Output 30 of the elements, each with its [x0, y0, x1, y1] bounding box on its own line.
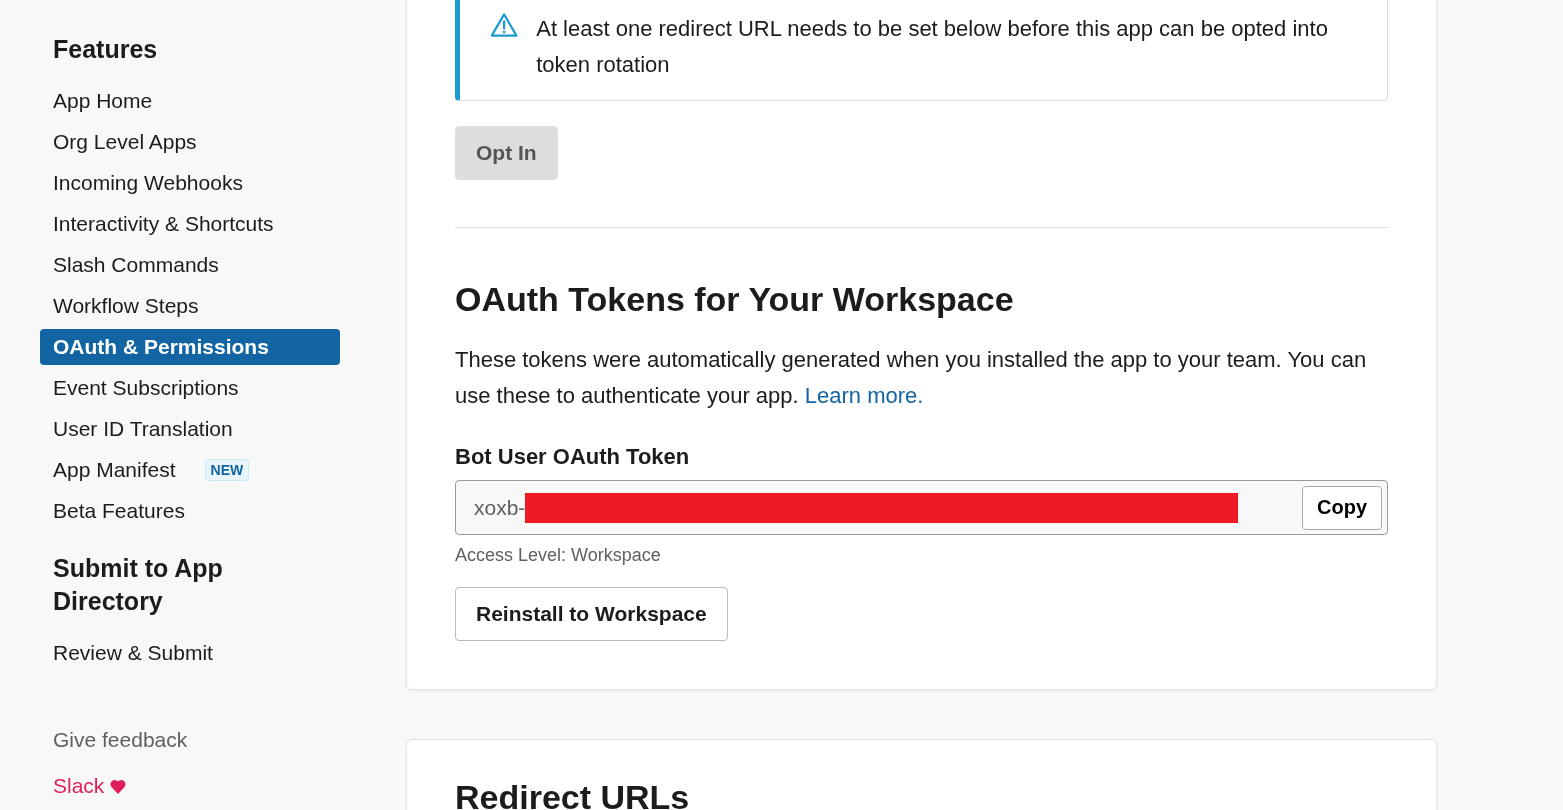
footer-link[interactable]: Slack: [53, 774, 105, 798]
sidebar-item[interactable]: App Home: [40, 83, 340, 119]
alert-text: At least one redirect URL needs to be set below before this app can be opted into token rotation: [536, 15, 1329, 79]
copy-button[interactable]: Copy: [1302, 485, 1382, 530]
section-heading: Features: [53, 34, 159, 65]
sidebar-item[interactable]: App Manifest: [40, 452, 189, 488]
sidebar-item[interactable]: OAuth & Permissions: [40, 329, 340, 365]
sidebar-item[interactable]: Incoming Webhooks: [40, 165, 340, 201]
sidebar-item[interactable]: Org Level Apps: [40, 124, 340, 160]
warning-icon: [490, 11, 519, 39]
description-text: These tokens were automatically generated when you installed the app to your team. You can use these to authenticate your app. Learn more.: [455, 346, 1368, 410]
feedback-link[interactable]: Give feedback: [53, 728, 188, 752]
sidebar-item[interactable]: Interactivity & Shortcuts: [40, 206, 340, 242]
section-heading: Submit to App Directory: [53, 553, 224, 617]
learn-more-link[interactable]: Learn more.: [804, 383, 924, 408]
heart-icon: [110, 778, 127, 794]
sidebar-item[interactable]: Beta Features: [40, 493, 340, 529]
section-title: OAuth Tokens for Your Workspace: [455, 279, 1015, 320]
new-badge: NEW: [204, 459, 250, 481]
reinstall-button[interactable]: Reinstall to Workspace: [455, 587, 728, 641]
sidebar-item[interactable]: Slash Commands: [40, 247, 340, 283]
sidebar-item[interactable]: Workflow Steps: [40, 288, 340, 324]
section-title: Redirect URLs: [455, 780, 691, 810]
token-value: xoxb-: [474, 495, 526, 520]
token-field[interactable]: xoxb- Copy: [455, 480, 1388, 535]
field-label: Bot User OAuth Token: [455, 443, 691, 471]
sidebar-item[interactable]: User ID Translation: [40, 411, 340, 447]
sidebar-item[interactable]: Review & Submit: [40, 635, 340, 671]
access-level-text: Access Level: Workspace: [455, 544, 662, 567]
sidebar-item[interactable]: Event Subscriptions: [40, 370, 340, 406]
